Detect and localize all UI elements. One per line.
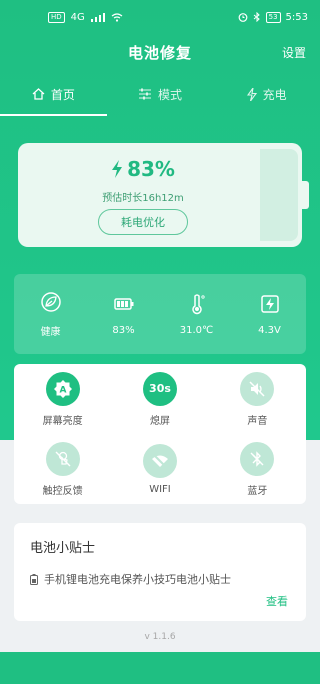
bluetooth-off-icon xyxy=(240,441,275,476)
settings-button[interactable]: 设置 xyxy=(282,44,306,61)
stat-label: 4.3V xyxy=(258,324,281,336)
battery-small-icon xyxy=(30,573,38,585)
clock: 5:53 xyxy=(285,11,308,23)
page-title: 电池修复 xyxy=(127,44,192,62)
leaf-icon xyxy=(40,291,61,312)
optimize-button[interactable]: 耗电优化 xyxy=(98,209,188,235)
quick-wifi[interactable]: WIFI xyxy=(111,434,208,504)
brightness-icon: A xyxy=(45,371,80,406)
bluetooth-icon xyxy=(253,12,260,22)
app-header: 电池修复 设置 xyxy=(0,34,320,70)
bottom-bar xyxy=(0,652,320,684)
battery-icon xyxy=(113,297,133,310)
tips-more-link[interactable]: 查看 xyxy=(266,593,288,609)
battery-percent-text: 83% xyxy=(127,157,175,181)
version-label: v 1.1.6 xyxy=(144,632,176,642)
tab-home[interactable]: 首页 xyxy=(0,72,107,116)
quick-label: WIFI xyxy=(149,483,171,495)
tab-label: 充电 xyxy=(262,87,287,102)
stat-voltage: 4.3V xyxy=(233,274,306,354)
tips-card: 电池小贴士 手机锂电池充电保养小技巧电池小贴士 查看 xyxy=(14,523,306,621)
tips-title: 电池小贴士 xyxy=(30,541,96,556)
quick-brightness[interactable]: A 屏幕亮度 xyxy=(14,364,111,434)
battery-indicator: 53 xyxy=(265,11,281,23)
tab-mode[interactable]: 模式 xyxy=(107,72,214,116)
quick-screen-timeout[interactable]: 30s 熄屏 xyxy=(111,364,208,434)
quick-settings: A 屏幕亮度 30s 熄屏 声音 触控反馈 WIFI 蓝牙 xyxy=(14,364,306,504)
stat-label: 31.0℃ xyxy=(179,324,214,336)
quick-sound[interactable]: 声音 xyxy=(209,364,306,434)
quick-bluetooth[interactable]: 蓝牙 xyxy=(209,434,306,504)
thermometer-icon xyxy=(191,293,205,314)
stat-label: 健康 xyxy=(40,326,61,338)
hd-indicator: HD xyxy=(48,11,65,23)
tab-label: 首页 xyxy=(50,87,75,102)
tab-label: 模式 xyxy=(158,87,183,102)
battery-percent: 83% xyxy=(18,157,268,181)
stat-health: 健康 xyxy=(14,274,87,354)
quick-label: 声音 xyxy=(247,415,268,427)
status-bar: HD 4G 53 5:53 xyxy=(0,0,320,34)
touch-feedback-icon xyxy=(45,441,80,476)
svg-text:A: A xyxy=(59,385,66,395)
quick-label: 熄屏 xyxy=(149,415,170,427)
alarm-icon xyxy=(238,13,248,22)
stat-label: 83% xyxy=(112,324,135,336)
sliders-icon xyxy=(139,88,151,100)
tips-line-text: 手机锂电池充电保养小技巧电池小贴士 xyxy=(44,573,231,586)
tab-bar: 首页 模式 充电 xyxy=(0,72,320,116)
signal-icon xyxy=(90,12,105,22)
wifi-off-icon xyxy=(142,443,177,478)
battery-estimate: 预估时长16h12m xyxy=(102,193,184,204)
stat-temperature: 31.0℃ xyxy=(160,274,233,354)
voltage-icon xyxy=(260,294,279,313)
wifi-icon xyxy=(111,12,123,22)
network-indicator: 4G xyxy=(70,11,85,23)
timeout-value: 30s xyxy=(149,382,171,395)
quick-touch-feedback[interactable]: 触控反馈 xyxy=(14,434,111,504)
charge-bolt-icon xyxy=(112,160,123,178)
battery-card: 83% 预估时长16h12m 耗电优化 xyxy=(18,143,309,247)
home-icon xyxy=(32,88,45,100)
lightning-icon xyxy=(246,87,257,101)
quick-label: 触控反馈 xyxy=(42,485,83,497)
battery-tip xyxy=(302,181,309,209)
stat-level: 83% xyxy=(87,274,160,354)
tips-article-link[interactable]: 手机锂电池充电保养小技巧电池小贴士 xyxy=(30,571,231,587)
sound-off-icon xyxy=(240,371,275,406)
screen-timeout-icon: 30s xyxy=(142,371,177,406)
tab-charging[interactable]: 充电 xyxy=(213,72,320,116)
battery-stats: 健康 83% 31.0℃ 4.3V xyxy=(14,274,306,354)
quick-label: 蓝牙 xyxy=(247,485,268,497)
quick-label: 屏幕亮度 xyxy=(42,415,83,427)
